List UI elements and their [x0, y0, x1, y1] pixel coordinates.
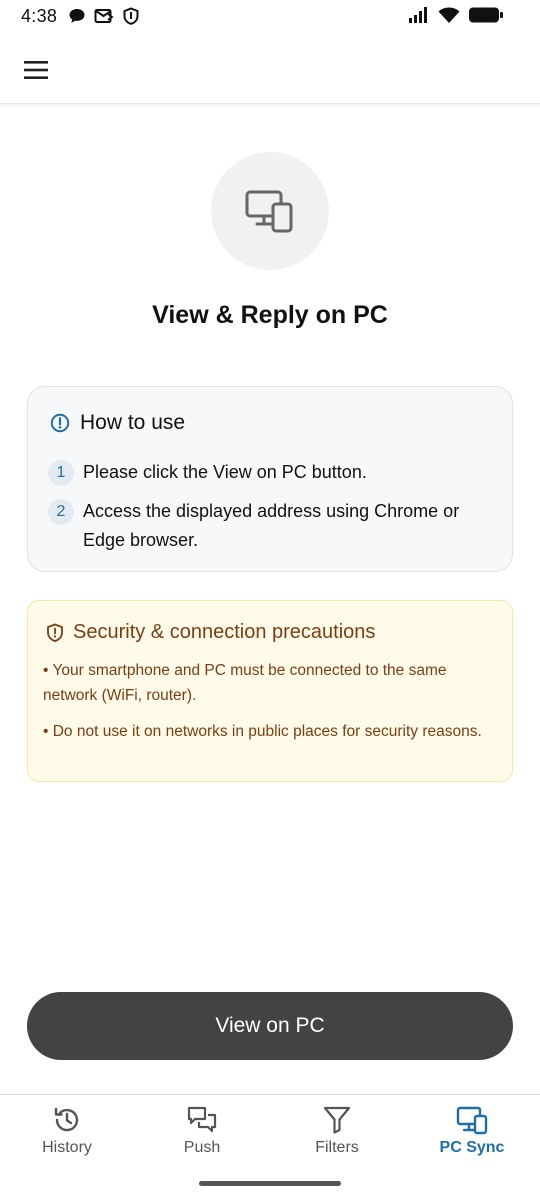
mail-icon: [94, 9, 114, 23]
wifi-icon: [438, 7, 460, 23]
status-time: 4:38: [21, 6, 58, 26]
filter-icon: [323, 1106, 351, 1134]
pc-sync-icon: [456, 1106, 488, 1135]
nav-label: Filters: [315, 1139, 359, 1156]
signal-icon: [409, 7, 427, 23]
view-on-pc-button[interactable]: View on PC: [27, 992, 513, 1060]
status-left-icons: [68, 7, 140, 25]
home-indicator: [199, 1181, 341, 1186]
security-header: Security & connection precautions: [46, 621, 375, 644]
hero-icon-circle: [211, 152, 329, 270]
battery-icon: [469, 7, 503, 23]
step-text: Access the displayed address using Chrom…: [83, 501, 460, 550]
nav-item-pc-sync[interactable]: PC Sync: [417, 1105, 527, 1165]
hamburger-menu-icon[interactable]: [22, 56, 50, 84]
nav-label: PC Sync: [439, 1139, 505, 1156]
security-item: • Your smartphone and PC must be connect…: [43, 662, 447, 704]
step-number: 1: [48, 460, 74, 486]
step-text: Please click the View on PC button.: [83, 462, 367, 482]
devices-icon: [245, 190, 293, 233]
security-item: • Do not use it on networks in public pl…: [43, 723, 482, 740]
nav-label: Push: [183, 1139, 221, 1156]
status-bar: 4:38: [0, 0, 540, 36]
info-icon: [50, 413, 70, 433]
how-to-use-title: How to use: [80, 411, 186, 434]
security-card: Security & connection precautions • Your…: [27, 600, 513, 782]
how-to-use-card: How to use 1 Please click the View on PC…: [27, 386, 513, 572]
nav-item-filters[interactable]: Filters: [282, 1105, 392, 1165]
nav-item-push[interactable]: Push: [147, 1105, 257, 1165]
security-title: Security & connection precautions: [73, 621, 376, 643]
step-number: 2: [48, 499, 74, 525]
chat-bubble-icon: [69, 9, 85, 23]
nav-label: History: [42, 1139, 92, 1156]
step-item: 2 Access the displayed address using Chr…: [48, 499, 503, 555]
how-to-use-header: How to use: [50, 411, 185, 435]
status-right-icons: [408, 6, 504, 24]
shield-icon: [123, 7, 139, 25]
shield-icon: [47, 623, 63, 642]
history-icon: [54, 1107, 79, 1132]
push-icon: [187, 1106, 217, 1133]
step-item: 1 Please click the View on PC button.: [48, 460, 503, 487]
nav-item-history[interactable]: History: [12, 1105, 122, 1165]
page-title: View & Reply on PC: [152, 301, 388, 329]
app-bar: [0, 36, 540, 104]
